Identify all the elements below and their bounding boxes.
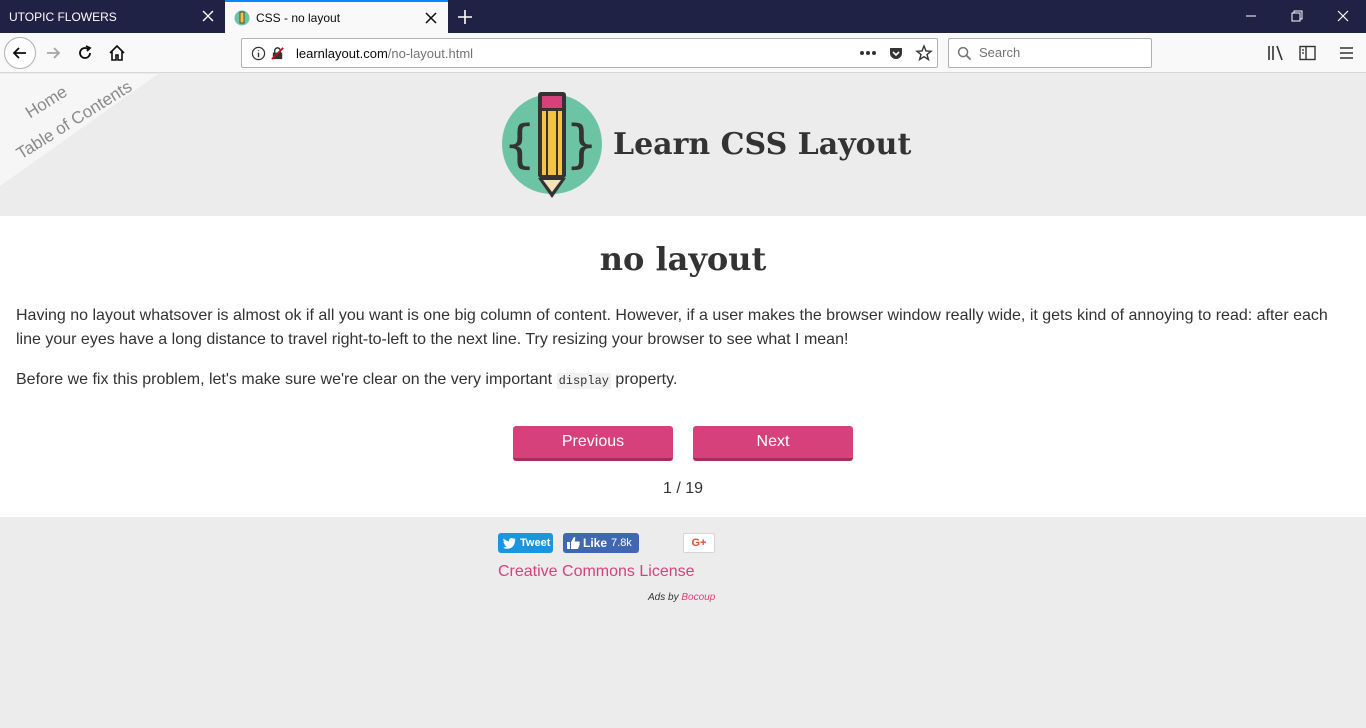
svg-text:}: }: [566, 115, 597, 175]
insecure-lock-icon[interactable]: [270, 46, 285, 61]
paragraph-text: property.: [610, 371, 678, 388]
creative-commons-link[interactable]: Creative Commons License: [498, 563, 695, 581]
tweet-button[interactable]: Tweet: [498, 533, 553, 553]
info-icon[interactable]: [251, 46, 266, 61]
new-tab-icon[interactable]: [455, 7, 475, 27]
svg-text:{: {: [504, 115, 535, 175]
like-count: 7.8k: [611, 537, 632, 549]
url-text: learnlayout.com/no-layout.html: [296, 46, 473, 61]
tab-css-no-layout[interactable]: CSS - no layout: [225, 0, 448, 33]
forward-button[interactable]: [38, 38, 68, 68]
pencil-logo-icon[interactable]: { }: [500, 88, 610, 202]
search-icon: [957, 46, 972, 61]
site-title[interactable]: Learn CSS Layout: [613, 127, 911, 162]
corner-nav-ribbon: [0, 74, 158, 186]
tab-title: CSS - no layout: [256, 10, 341, 25]
reload-icon: [79, 45, 92, 59]
page-title: no layout: [599, 240, 767, 278]
twitter-bird-icon: [503, 537, 516, 549]
page-actions-icon[interactable]: [859, 50, 877, 56]
like-label: Like: [583, 536, 608, 550]
google-plus-button[interactable]: G+: [683, 533, 715, 553]
back-button[interactable]: [4, 37, 36, 69]
tweet-label: Tweet: [520, 537, 551, 549]
tab-strip: UTOPIC FLOWERS CSS - no layout: [0, 0, 1366, 33]
tab-utopic-flowers[interactable]: UTOPIC FLOWERS: [0, 0, 225, 33]
restore-icon[interactable]: [1289, 8, 1305, 24]
search-bar[interactable]: [948, 38, 1152, 68]
hamburger-menu-icon[interactable]: [1339, 46, 1354, 60]
pocket-icon[interactable]: [888, 45, 904, 61]
url-path: /no-layout.html: [387, 46, 474, 61]
bookmark-star-icon[interactable]: [915, 44, 933, 62]
ads-prefix: Ads by: [648, 592, 682, 603]
page-counter: 1 / 19: [662, 480, 704, 497]
url-domain: learnlayout.com: [296, 46, 388, 61]
close-tab-icon[interactable]: [201, 9, 215, 23]
paragraph: Before we fix this problem, let's make s…: [16, 368, 1350, 393]
paragraph: Having no layout whatsover is almost ok …: [16, 307, 1328, 348]
thumbs-up-icon: [567, 537, 580, 549]
tab-title: UTOPIC FLOWERS: [9, 9, 117, 24]
arrow-right-icon: [47, 47, 61, 59]
navigation-toolbar: learnlayout.com/no-layout.html: [0, 33, 1366, 73]
search-input[interactable]: [979, 45, 1139, 60]
library-icon[interactable]: [1267, 45, 1285, 61]
next-button[interactable]: Next: [693, 426, 853, 461]
bocoup-link[interactable]: Bocoup: [681, 592, 715, 603]
previous-button[interactable]: Previous: [513, 426, 673, 461]
inline-code: display: [556, 373, 611, 389]
sidebar-toggle-icon[interactable]: [1299, 45, 1316, 61]
paragraph-text: Before we fix this problem, let's make s…: [16, 371, 557, 388]
close-tab-icon[interactable]: [424, 11, 438, 25]
home-button[interactable]: [102, 38, 132, 68]
pencil-favicon-icon: [234, 10, 250, 25]
reload-button[interactable]: [70, 38, 100, 68]
facebook-like-button[interactable]: Like 7.8k: [563, 533, 639, 553]
arrow-left-icon: [12, 47, 26, 59]
minimize-icon[interactable]: [1243, 8, 1259, 24]
address-bar[interactable]: learnlayout.com/no-layout.html: [241, 38, 938, 68]
home-icon: [109, 44, 125, 61]
close-window-icon[interactable]: [1335, 8, 1351, 24]
ads-credit: Ads by Bocoup: [648, 592, 715, 603]
